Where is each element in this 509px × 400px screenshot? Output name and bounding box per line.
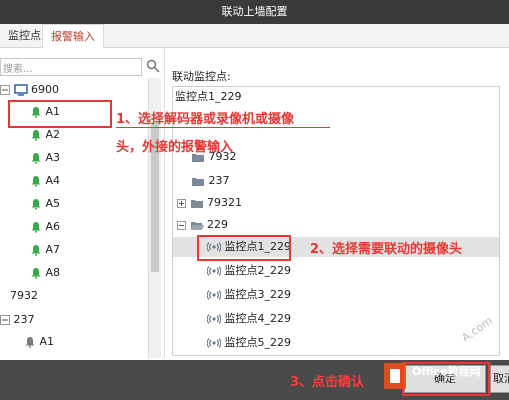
item-label: 237: [208, 174, 230, 187]
alarm-label: A3: [45, 151, 61, 164]
tree-node-237-a1[interactable]: A1: [24, 332, 54, 352]
tree-alarm-a6[interactable]: A6: [30, 217, 60, 237]
tree-node-237[interactable]: 237: [0, 310, 35, 330]
linked-monitor-label: 联动监控点:: [172, 70, 231, 83]
tree-camera-4[interactable]: 监控点4_229: [207, 309, 291, 329]
item-label: 229: [207, 218, 228, 231]
tree-alarm-a2[interactable]: A2: [30, 125, 60, 145]
tree-node-7932[interactable]: 7932: [10, 286, 38, 306]
alarm-bell-icon: [25, 337, 35, 348]
annotation-step3: 3、点击确认: [290, 375, 365, 390]
annotation-step1-line1: 1、选择解码器或录像机或摄像: [116, 112, 295, 127]
alarm-label: A7: [45, 243, 61, 256]
alarm-label: A2: [45, 128, 61, 141]
alarm-bell-icon: [31, 199, 41, 210]
camera-signal-icon: [207, 314, 221, 324]
monitor-icon: [13, 84, 28, 96]
office-watermark-logo: Office教程网 www.office26.com: [384, 363, 485, 389]
tree-alarm-a3[interactable]: A3: [30, 148, 60, 168]
alarm-bell-icon: [31, 176, 41, 187]
folder-icon: [192, 177, 204, 186]
annotation-underline: [116, 127, 330, 128]
alarm-bell-icon: [31, 130, 41, 141]
highlight-a1: [8, 100, 112, 128]
expand-icon[interactable]: [177, 198, 186, 208]
camera-label: 监控点3_229: [224, 288, 292, 301]
tree-node-label: 237: [13, 313, 35, 326]
alarm-label: A5: [45, 197, 61, 210]
right-pane: 联动监控点: 监控点1_229 7932 237 79321 229 监控点1_…: [172, 48, 502, 358]
tree-node-label: A1: [39, 335, 55, 348]
folder-open-icon: [190, 221, 204, 230]
collapse-icon[interactable]: [0, 85, 10, 95]
camera-signal-icon: [207, 266, 221, 276]
tree-camera-3[interactable]: 监控点3_229: [207, 285, 291, 305]
tree-camera-5[interactable]: 监控点5_229: [207, 333, 291, 353]
search-placeholder: 搜索...: [3, 64, 33, 75]
alarm-label: A4: [45, 174, 61, 187]
alarm-bell-icon: [31, 222, 41, 233]
alarm-label: A6: [45, 220, 61, 233]
tree-node-label: 6900: [31, 83, 59, 96]
item-label: 监控点1_229: [175, 90, 242, 103]
tab-bar: 监控点 报警输入: [0, 24, 509, 50]
tree-alarm-a4[interactable]: A4: [30, 171, 60, 191]
window-title: 联动上墙配置: [0, 0, 509, 24]
search-input[interactable]: 搜索...: [0, 58, 142, 76]
tree-alarm-a8[interactable]: A8: [30, 263, 60, 283]
search-icon[interactable]: [146, 59, 160, 73]
alarm-bell-icon: [31, 153, 41, 164]
left-pane: 搜索... 6900 A1 A2 A3 A4 A5 A6 A7 A8 7932 …: [0, 48, 165, 358]
alarm-bell-icon: [31, 268, 41, 279]
tree-node-label: 7932: [10, 289, 38, 302]
camera-label: 监控点2_229: [224, 264, 292, 277]
tab-alarm-input[interactable]: 报警输入: [42, 24, 104, 50]
tree-item-237[interactable]: 237: [191, 171, 230, 191]
collapse-icon[interactable]: [177, 220, 186, 230]
svg-text:Office教程网: Office教程网: [412, 364, 481, 378]
tree-item-79321[interactable]: 79321: [177, 193, 242, 213]
tree-item-1[interactable]: 监控点1_229: [175, 87, 242, 107]
alarm-bell-icon: [31, 245, 41, 256]
folder-icon: [190, 199, 203, 208]
collapse-icon[interactable]: [0, 315, 10, 325]
annotation-step1-line2: 头，外接的报警输入: [116, 140, 234, 155]
highlight-camera: [197, 235, 291, 261]
svg-text:www.office26.com: www.office26.com: [412, 380, 485, 389]
tree-item-229[interactable]: 229: [177, 215, 228, 235]
tree-node-6900[interactable]: 6900: [0, 80, 59, 100]
alarm-label: A8: [45, 266, 61, 279]
annotation-step2: 2、选择需要联动的摄像头: [310, 242, 463, 257]
tree-alarm-a7[interactable]: A7: [30, 240, 60, 260]
tree-camera-2[interactable]: 监控点2_229: [207, 261, 291, 281]
camera-signal-icon: [207, 338, 221, 348]
camera-signal-icon: [207, 290, 221, 300]
tree-alarm-a5[interactable]: A5: [30, 194, 60, 214]
camera-label: 监控点5_229: [224, 336, 292, 349]
camera-label: 监控点4_229: [224, 312, 292, 325]
item-label: 79321: [207, 196, 242, 209]
